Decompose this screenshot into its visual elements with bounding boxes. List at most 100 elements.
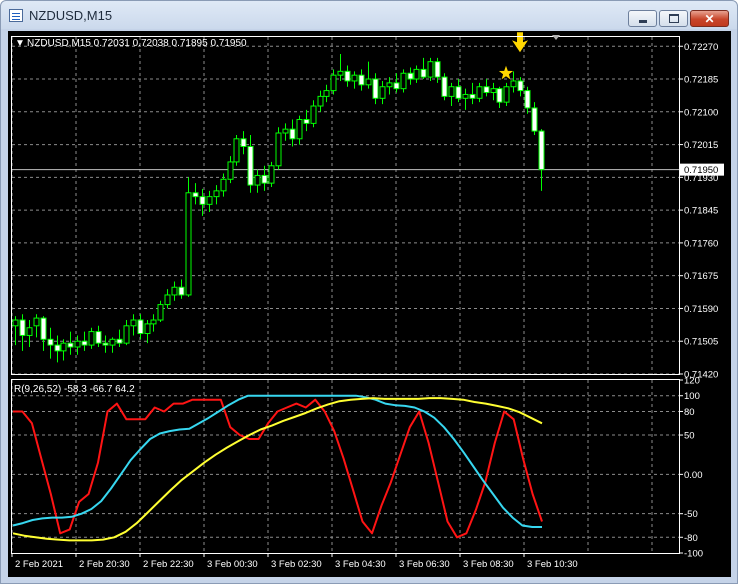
candle-bull [144, 323, 151, 335]
candle-bear [358, 74, 365, 86]
bid-price-label: 0.71950 [684, 165, 718, 176]
time-tick-label: 3 Feb 08:30 [463, 559, 514, 570]
minimize-button[interactable] [628, 10, 657, 27]
arrow-down-icon [512, 32, 528, 53]
candle-bull [317, 95, 324, 107]
close-icon: ✕ [704, 11, 715, 26]
time-tick-label: 2 Feb 20:30 [79, 559, 130, 570]
indicator-lines [12, 394, 543, 542]
chart-area[interactable]: 0.72270 0.72185 0.72100 0.72015 0.71930 0.718… [8, 31, 731, 577]
candle-bear [420, 68, 427, 78]
price-tick-label: 0.72015 [684, 140, 718, 151]
candle-bull [12, 319, 19, 327]
candle-bull [185, 192, 192, 296]
indicator-series-line [12, 397, 543, 542]
candle-bear [407, 72, 414, 80]
close-button[interactable]: ✕ [690, 10, 729, 27]
chart-window: NZDUSD,M15 ✕ 0.72270 0.72185 0.72100 0.7201… [0, 0, 738, 584]
indicator-tick-label: -80 [684, 533, 698, 544]
candle-bull [490, 88, 497, 94]
price-tick-label: 0.71675 [684, 271, 718, 282]
time-tick-label: 3 Feb 06:30 [399, 559, 450, 570]
candle-bull [296, 119, 303, 140]
candle-bear [496, 88, 503, 103]
chart-window-icon[interactable] [9, 9, 23, 22]
price-tick-label: 0.71760 [684, 238, 718, 249]
candle-bear [393, 82, 400, 90]
candle-bull [310, 105, 317, 124]
candle-bull [268, 165, 275, 184]
price-tick-label: 0.71845 [684, 206, 718, 217]
candle-bear [344, 70, 351, 82]
time-tick-label: 3 Feb 00:30 [207, 559, 258, 570]
candle-bull [88, 331, 95, 346]
candle-bear [192, 192, 199, 198]
candle-bull [351, 74, 358, 82]
candle-bull [171, 286, 178, 296]
candle-bull [275, 132, 282, 167]
price-info-line: NZDUSD,M15 0.72031 0.72038 0.71895 0.719… [27, 38, 247, 49]
candle-bear [67, 342, 74, 348]
candle-bear [517, 80, 524, 92]
candle-bull [510, 80, 517, 88]
candle-bull [164, 294, 171, 306]
indicator-series-line [12, 394, 542, 528]
candle-bull [213, 190, 220, 198]
chart-canvas[interactable]: 0.722700.721850.721000.720150.719300.718… [8, 31, 731, 577]
indicator-tick-label: -50 [684, 509, 698, 520]
price-tick-label: 0.72185 [684, 75, 718, 86]
maximize-button[interactable] [659, 10, 688, 27]
minimize-icon [638, 20, 647, 23]
price-tick-label: 0.71505 [684, 337, 718, 348]
candle-bull [323, 90, 330, 97]
candle-bear [240, 138, 247, 148]
candle-bear [95, 331, 102, 344]
candle-bull [503, 86, 510, 103]
candle-bull [448, 86, 455, 97]
candle-bear [469, 93, 476, 99]
indicator-tick-label: 50 [684, 431, 695, 442]
time-tick-label: 2 Feb 2021 [15, 559, 63, 570]
title-bar[interactable]: NZDUSD,M15 ✕ [1, 1, 737, 31]
candle-bear [116, 338, 123, 344]
candle-bear [303, 119, 310, 124]
candle-bull [227, 161, 234, 180]
time-tick-label: 3 Feb 02:30 [271, 559, 322, 570]
candle-bear [137, 319, 144, 335]
indicator-axis: 120 100 80 50 0.00 -50 -80 -100 [679, 376, 703, 560]
candle-bull [379, 86, 386, 99]
price-tick-label: 0.71590 [684, 304, 718, 315]
price-grid [11, 37, 679, 375]
indicator-info-line: R(9,26,52) -58.3 -66.7 64.2 [14, 384, 135, 395]
candles [12, 32, 545, 363]
candle-bull [386, 82, 393, 88]
candle-bear [372, 78, 379, 99]
symbol-dropdown-icon[interactable]: ▼ [15, 38, 25, 49]
candle-bear [441, 76, 448, 97]
time-tick-label: 3 Feb 04:30 [335, 559, 386, 570]
candle-bull [233, 138, 240, 163]
candle-bear [483, 86, 490, 94]
candle-bear [524, 90, 531, 109]
price-pane-frame [11, 36, 680, 375]
indicator-tick-label: 120 [684, 376, 700, 387]
candle-bear [261, 174, 268, 184]
candle-bull [427, 61, 434, 78]
candle-bull [123, 325, 130, 344]
candle-bear [247, 146, 254, 186]
candle-bull [150, 319, 157, 325]
candle-bull [462, 93, 469, 99]
candle-bear [289, 128, 296, 140]
price-axis: 0.722700.721850.721000.720150.719300.718… [679, 42, 724, 381]
time-tick-label: 3 Feb 10:30 [527, 559, 578, 570]
candle-bull [282, 128, 289, 134]
indicator-tick-label: -100 [684, 549, 703, 560]
candle-bull [60, 342, 67, 352]
candle-bull [157, 304, 164, 321]
price-tick-label: 0.72270 [684, 42, 718, 53]
candle-bull [26, 327, 33, 336]
indicator-tick-label: 100 [684, 391, 700, 402]
window-title: NZDUSD,M15 [29, 8, 113, 23]
candle-bull [400, 72, 407, 90]
maximize-icon [668, 14, 679, 23]
